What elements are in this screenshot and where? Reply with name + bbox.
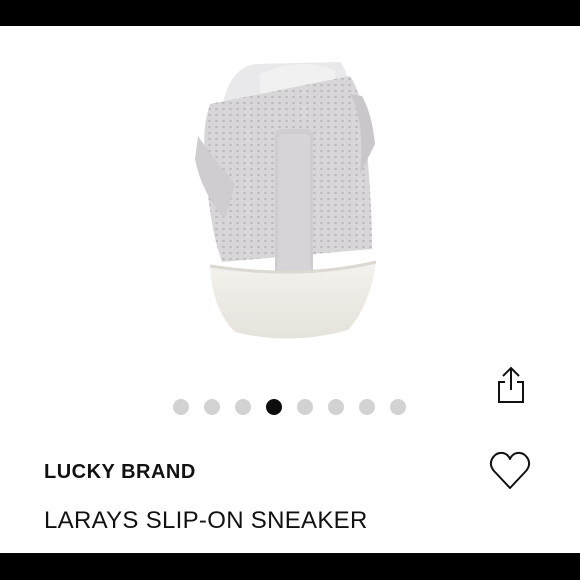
carousel-dot[interactable] bbox=[173, 399, 189, 415]
product-image[interactable] bbox=[150, 34, 430, 349]
carousel-dot[interactable] bbox=[359, 399, 375, 415]
carousel-dot[interactable] bbox=[390, 399, 406, 415]
carousel-dot[interactable] bbox=[204, 399, 220, 415]
carousel-dot[interactable] bbox=[266, 399, 282, 415]
carousel-dot[interactable] bbox=[235, 399, 251, 415]
carousel-dot[interactable] bbox=[297, 399, 313, 415]
carousel-dots bbox=[173, 399, 406, 415]
brand-name: LUCKY BRAND bbox=[44, 461, 196, 483]
carousel-dot[interactable] bbox=[328, 399, 344, 415]
sneaker-back-image bbox=[195, 62, 377, 339]
heart-outline-icon bbox=[489, 451, 531, 489]
product-title: LARAYS SLIP-ON SNEAKER bbox=[44, 507, 368, 534]
share-icon bbox=[498, 366, 524, 403]
favorite-button[interactable] bbox=[488, 451, 532, 491]
share-button[interactable] bbox=[493, 364, 529, 404]
product-screen: LUCKY BRAND LARAYS SLIP-ON SNEAKER bbox=[0, 26, 580, 553]
